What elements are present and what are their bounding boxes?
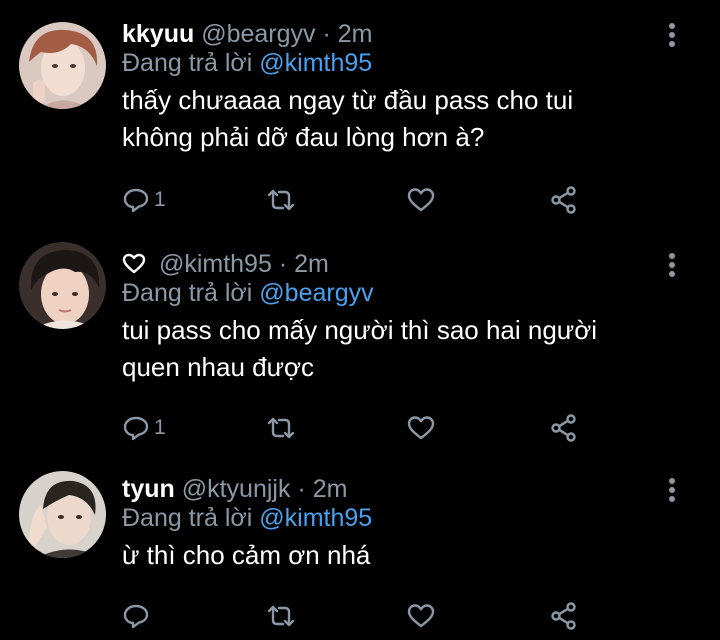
retweet-icon (267, 417, 295, 439)
reply-count: 1 (154, 416, 166, 439)
replying-to: Đang trả lời @kimth95 (122, 47, 372, 79)
timestamp[interactable]: 2m (338, 20, 373, 48)
like-button[interactable] (407, 183, 435, 217)
tweet-1[interactable]: kkyuu @beargyv · 2m Đang trả lời @kimth9… (0, 18, 720, 218)
mention-link[interactable]: @kimth95 (259, 49, 372, 77)
share-button[interactable] (550, 599, 578, 633)
user-handle[interactable]: @beargyv (201, 20, 315, 48)
like-button[interactable] (407, 411, 435, 445)
retweet-button[interactable] (265, 599, 297, 633)
reply-count: 1 (154, 188, 166, 211)
reply-icon (123, 416, 149, 441)
separator: · (297, 475, 306, 503)
replying-label: Đang trả lời (122, 279, 253, 307)
more-options-button[interactable] (662, 22, 682, 48)
tweet-text: thấy chưaaaa ngay từ đầu pass cho tui kh… (122, 82, 682, 156)
tweet-text: tui pass cho mấy người thì sao hai người… (122, 312, 682, 386)
avatar[interactable] (19, 471, 106, 558)
more-vertical-icon (669, 253, 675, 277)
tweet-header: tyun @ktyunjjk · 2m (122, 473, 347, 505)
more-vertical-icon (669, 478, 675, 502)
retweet-icon (267, 605, 295, 627)
more-options-button[interactable] (662, 477, 682, 503)
share-icon (551, 186, 576, 214)
tweet-text-line: không phải dỡ đau lòng hơn à? (122, 122, 485, 152)
timestamp[interactable]: 2m (294, 250, 329, 278)
reply-button[interactable]: 1 (122, 411, 166, 445)
replying-label: Đang trả lời (122, 504, 253, 532)
avatar[interactable] (19, 242, 106, 329)
display-name[interactable]: tyun (122, 475, 175, 503)
mention-link[interactable]: @kimth95 (259, 504, 372, 532)
tweet-header: @kimth95 · 2m (122, 248, 329, 280)
mention-link[interactable]: @beargyv (259, 279, 373, 307)
tweet-text-line: ừ thì cho cảm ơn nhá (122, 540, 371, 570)
heart-icon (407, 416, 435, 440)
heart-icon (407, 604, 435, 628)
separator: · (322, 20, 331, 48)
reply-icon (123, 604, 149, 629)
replying-to: Đang trả lời @kimth95 (122, 502, 372, 534)
avatar[interactable] (19, 22, 106, 109)
reply-button[interactable] (122, 599, 154, 633)
like-button[interactable] (407, 599, 435, 633)
share-button[interactable] (550, 411, 578, 445)
action-bar: 1 (122, 411, 592, 445)
tweet-3[interactable]: tyun @ktyunjjk · 2m Đang trả lời @kimth9… (0, 471, 720, 640)
retweet-button[interactable] (265, 411, 297, 445)
user-handle[interactable]: @kimth95 (159, 250, 272, 278)
tweet-text-line: tui pass cho mấy người thì sao hai người (122, 315, 598, 345)
tweet-text-line: thấy chưaaaa ngay từ đầu pass cho tui (122, 85, 574, 115)
share-icon (551, 602, 576, 630)
share-icon (551, 414, 576, 442)
more-options-button[interactable] (662, 252, 682, 278)
retweet-icon (267, 189, 295, 211)
display-name[interactable]: kkyuu (122, 20, 194, 48)
more-vertical-icon (669, 23, 675, 47)
tweet-text-line: quen nhau được (122, 352, 315, 382)
heart-outline-icon (122, 253, 146, 274)
timestamp[interactable]: 2m (313, 475, 348, 503)
reply-icon (123, 188, 149, 213)
reply-button[interactable]: 1 (122, 183, 166, 217)
replying-to: Đang trả lời @beargyv (122, 277, 374, 309)
separator: · (278, 250, 288, 278)
user-handle[interactable]: @ktyunjjk (182, 475, 291, 503)
replying-label: Đang trả lời (122, 49, 253, 77)
share-button[interactable] (550, 183, 578, 217)
heart-icon (407, 188, 435, 212)
action-bar: 1 (122, 183, 592, 217)
tweet-2[interactable]: @kimth95 · 2m Đang trả lời @beargyv tui … (0, 242, 720, 448)
action-bar (122, 599, 592, 633)
retweet-button[interactable] (265, 183, 297, 217)
tweet-text: ừ thì cho cảm ơn nhá (122, 537, 682, 574)
tweet-header: kkyuu @beargyv · 2m (122, 18, 373, 50)
